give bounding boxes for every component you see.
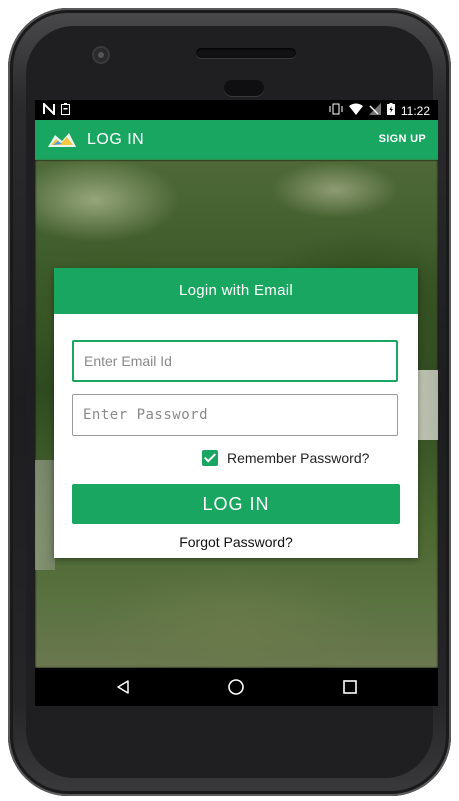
front-camera [94, 48, 108, 62]
battery-icon [386, 103, 395, 119]
vibrate-icon [329, 103, 343, 119]
background-post [35, 460, 55, 570]
earpiece-speaker [196, 48, 296, 58]
notification-n-icon [43, 101, 55, 119]
signup-link[interactable]: SIGN UP [379, 133, 426, 145]
password-input[interactable] [72, 394, 398, 436]
app-title: LOG IN [87, 131, 145, 148]
login-card: Login with Email Remember Password? LOG … [54, 268, 418, 558]
battery-saver-icon [61, 103, 70, 119]
recents-icon[interactable] [320, 668, 380, 706]
status-time: 11:22 [400, 104, 430, 118]
remember-label: Remember Password? [227, 450, 370, 466]
proximity-sensor [224, 80, 264, 96]
remember-checkbox[interactable] [202, 450, 218, 466]
navigation-bar [35, 668, 438, 706]
map-logo-icon [47, 131, 77, 149]
wifi-icon [348, 103, 363, 119]
remember-password-row[interactable]: Remember Password? [202, 450, 369, 466]
email-input[interactable] [72, 340, 398, 382]
app-bar: LOG IN SIGN UP [35, 120, 438, 160]
back-icon[interactable] [93, 668, 153, 706]
device-screen: 11:22 LOG IN SIGN UP Login with Email Re… [35, 100, 438, 706]
status-bar: 11:22 [35, 100, 438, 120]
card-header: Login with Email [54, 268, 418, 314]
home-icon[interactable] [206, 668, 266, 706]
forgot-password-link[interactable]: Forgot Password? [54, 534, 418, 550]
login-button[interactable]: LOG IN [72, 484, 400, 524]
signal-icon [368, 103, 381, 119]
